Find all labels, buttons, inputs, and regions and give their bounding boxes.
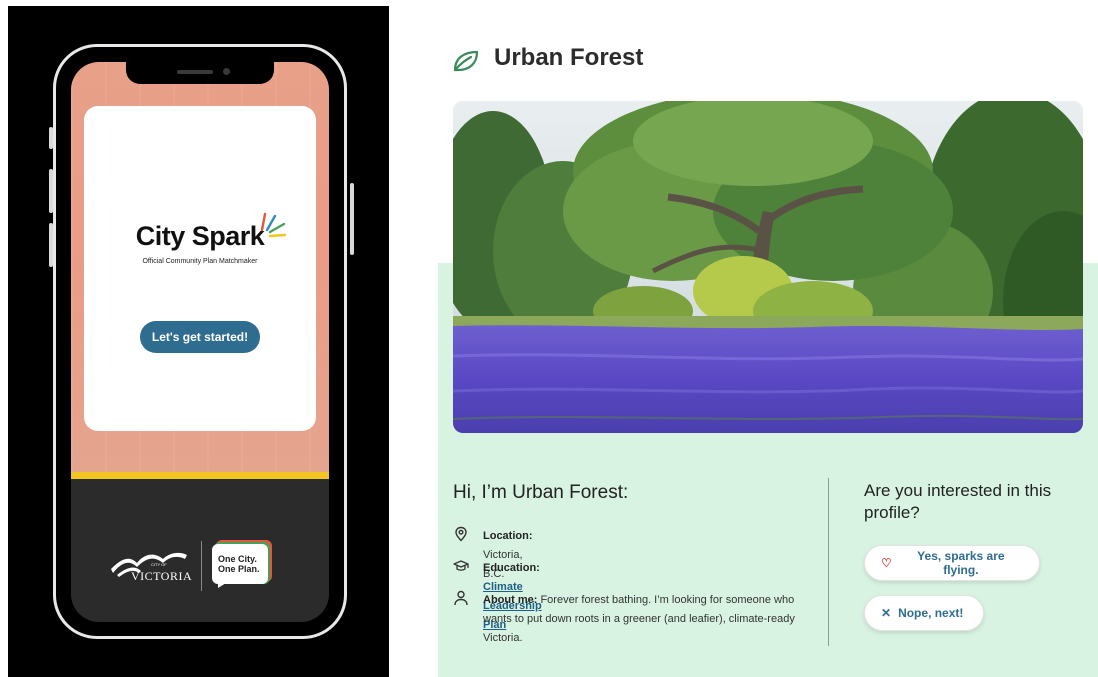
yes-sparks-button[interactable]: ♡ Yes, sparks are flying. <box>864 545 1040 581</box>
leaf-icon <box>453 50 479 72</box>
no-button-label: Nope, next! <box>898 606 964 620</box>
graduation-cap-icon <box>453 560 469 571</box>
profile-title: Urban Forest <box>494 44 644 71</box>
get-started-button[interactable]: Let's get started! <box>140 321 260 353</box>
spark-icon <box>260 212 287 238</box>
phone-notch <box>126 62 274 84</box>
welcome-card: City Spark Official Community Plan Match… <box>84 106 316 431</box>
brand-tagline: Official Community Plan Matchmaker <box>142 258 258 265</box>
about-label: About me: <box>483 594 538 606</box>
one-city-one-plan-badge: One City. One Plan. <box>212 540 272 589</box>
profile-photo <box>453 101 1083 433</box>
phone-panel: City Spark Official Community Plan Match… <box>8 6 389 677</box>
profile-greeting: Hi, I’m Urban Forest: <box>453 482 629 503</box>
logo-footer: CITY OF VICTORIA One City. One Plan. <box>71 479 329 622</box>
heart-icon: ♡ <box>881 556 892 570</box>
plan-badge-text: One City. One Plan. <box>218 554 260 574</box>
section-divider <box>828 478 829 646</box>
nope-next-button[interactable]: ✕ Nope, next! <box>864 595 984 631</box>
location-pin-icon <box>455 526 467 542</box>
plan-badge-line2: One Plan. <box>218 564 260 574</box>
forest-meadow-illustration <box>453 101 1083 433</box>
location-label: Location: <box>483 530 533 542</box>
phone-power-button <box>350 183 354 255</box>
phone-volume-down <box>49 223 53 267</box>
city-of-label: CITY OF <box>151 562 167 567</box>
phone-frame: City Spark Official Community Plan Match… <box>49 44 354 639</box>
phone-screen: City Spark Official Community Plan Match… <box>71 62 329 622</box>
close-icon: ✕ <box>881 606 892 620</box>
yes-button-label: Yes, sparks are flying. <box>917 549 1005 577</box>
victoria-label: VICTORIA <box>131 569 193 583</box>
interest-question: Are you interested in this profile? <box>864 481 1052 522</box>
accent-bar <box>71 472 329 479</box>
camera <box>223 68 230 75</box>
person-icon <box>454 590 468 606</box>
speaker <box>177 70 213 74</box>
education-label: Education: <box>483 562 540 574</box>
logo-divider <box>201 541 202 591</box>
page: City Spark Official Community Plan Match… <box>0 0 1098 677</box>
phone-volume-up <box>49 169 53 213</box>
plan-badge-line1: One City. <box>218 554 257 564</box>
phone-mute-switch <box>49 127 53 149</box>
